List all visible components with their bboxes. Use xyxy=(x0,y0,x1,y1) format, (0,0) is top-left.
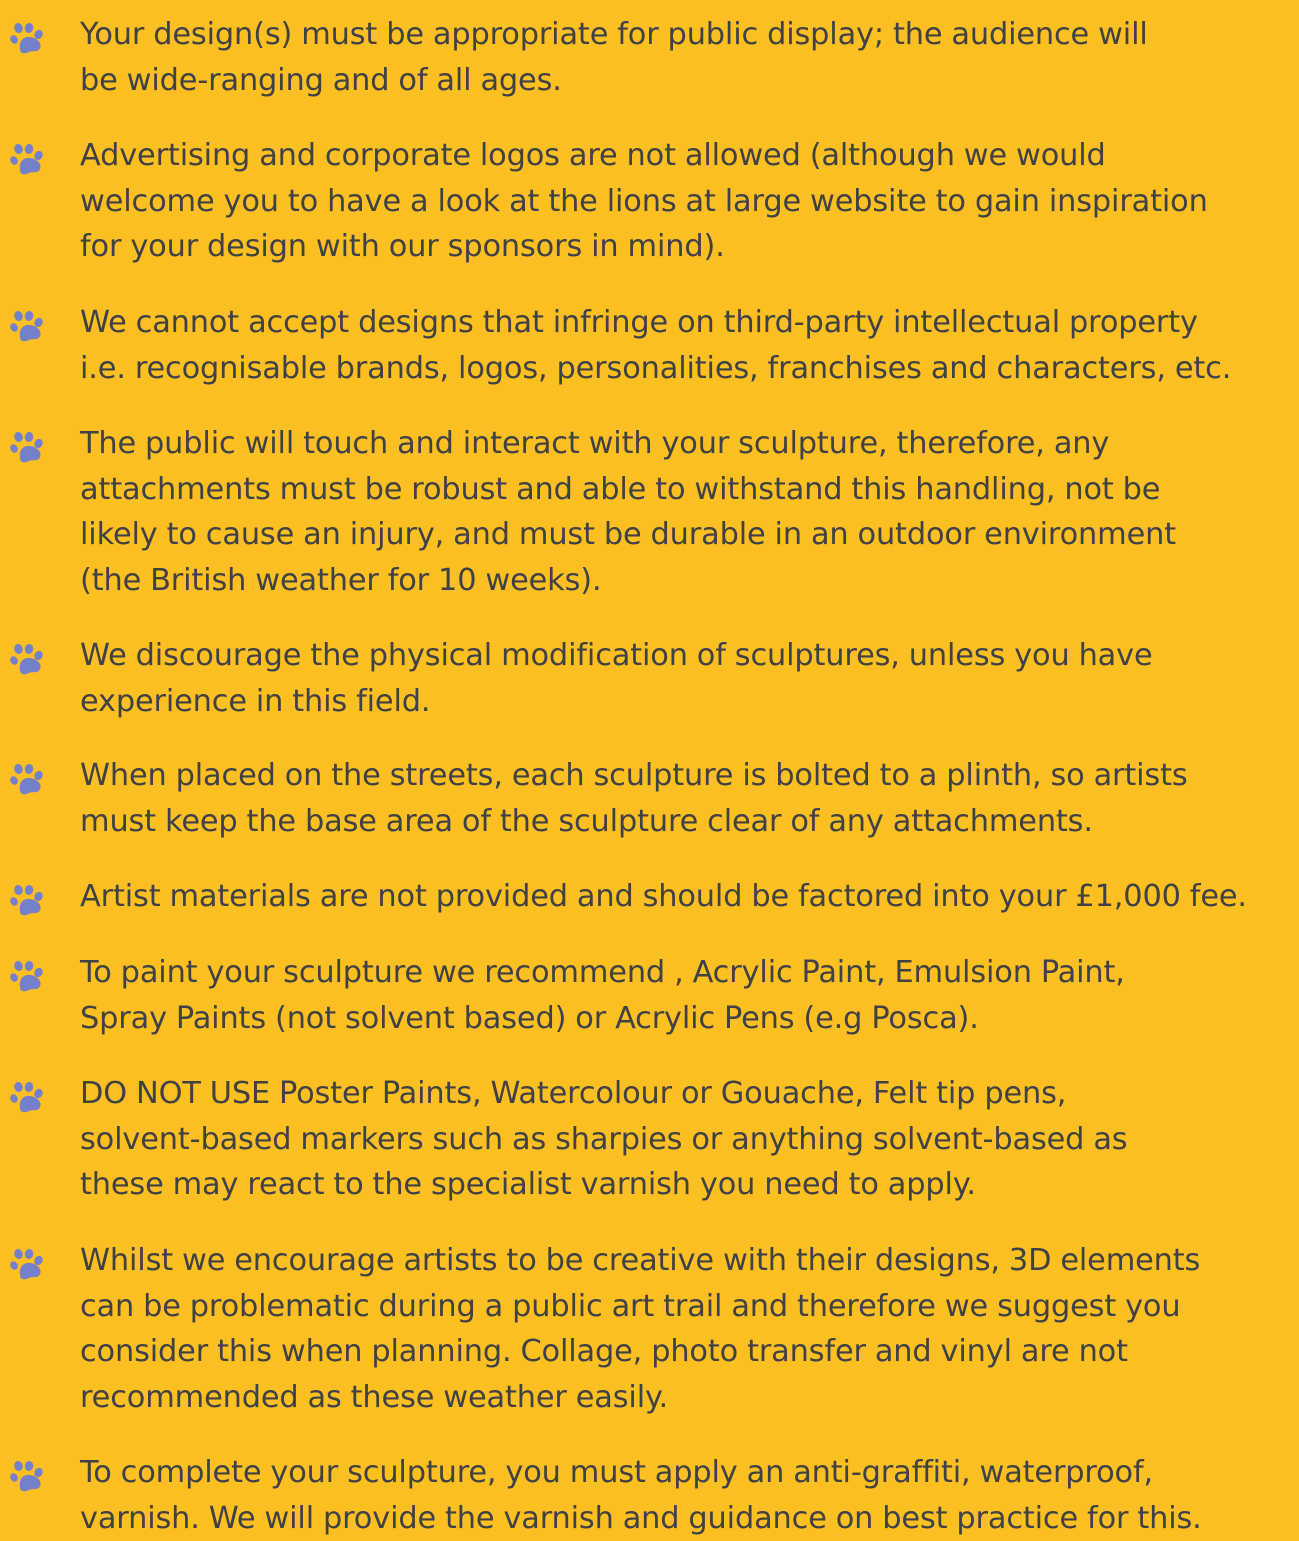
rule-text: To paint your sculpture we recommend , A… xyxy=(80,950,1299,1041)
rule-text-line: consider this when planning. Collage, ph… xyxy=(80,1329,1297,1375)
rule-text-line: experience in this field. xyxy=(80,679,1297,725)
rule-text-line: can be problematic during a public art t… xyxy=(80,1284,1297,1330)
rule-text-line: When placed on the streets, each sculptu… xyxy=(80,753,1297,799)
rule-text-line: Your design(s) must be appropriate for p… xyxy=(80,12,1297,58)
paw-print-icon xyxy=(10,144,50,180)
paw-print-icon xyxy=(10,1461,50,1497)
rule-text-line: To paint your sculpture we recommend , A… xyxy=(80,950,1297,996)
rule-text-line: DO NOT USE Poster Paints, Watercolour or… xyxy=(80,1071,1297,1117)
rule-text-line: these may react to the specialist varnis… xyxy=(80,1162,1297,1208)
rule-text-line: for your design with our sponsors in min… xyxy=(80,224,1297,270)
rule-text-line: We discourage the physical modification … xyxy=(80,633,1297,679)
rule-text: Whilst we encourage artists to be creati… xyxy=(80,1238,1299,1420)
rule-text-line: recommended as these weather easily. xyxy=(80,1375,1297,1421)
rule-text: To complete your sculpture, you must app… xyxy=(80,1450,1299,1541)
rule-text: We cannot accept designs that infringe o… xyxy=(80,300,1299,391)
rule-text: Your design(s) must be appropriate for p… xyxy=(80,12,1299,103)
paw-print-icon xyxy=(10,23,50,59)
rule-text-line: welcome you to have a look at the lions … xyxy=(80,179,1297,225)
rule-text-line: To complete your sculpture, you must app… xyxy=(80,1450,1297,1496)
rule-text-line: We cannot accept designs that infringe o… xyxy=(80,300,1297,346)
rule-text-line: must keep the base area of the sculpture… xyxy=(80,799,1297,845)
paw-print-icon xyxy=(10,432,50,468)
rule-text: Artist materials are not provided and sh… xyxy=(80,874,1299,920)
rule-text-line: varnish. We will provide the varnish and… xyxy=(80,1496,1297,1541)
rule-text: We discourage the physical modification … xyxy=(80,633,1299,724)
paw-print-icon xyxy=(10,764,50,800)
paw-print-icon xyxy=(10,644,50,680)
rule-text-line: be wide-ranging and of all ages. xyxy=(80,58,1297,104)
rule-text: DO NOT USE Poster Paints, Watercolour or… xyxy=(80,1071,1299,1208)
rule-text-line: Advertising and corporate logos are not … xyxy=(80,133,1297,179)
rule-text-line: i.e. recognisable brands, logos, persona… xyxy=(80,346,1297,392)
paw-print-icon xyxy=(10,961,50,997)
paw-print-icon xyxy=(10,885,50,921)
rule-text-line: likely to cause an injury, and must be d… xyxy=(80,512,1297,558)
rule-text-line: Artist materials are not provided and sh… xyxy=(80,874,1297,920)
rule-text-line: Whilst we encourage artists to be creati… xyxy=(80,1238,1297,1284)
paw-print-icon xyxy=(10,1249,50,1285)
rule-text-line: The public will touch and interact with … xyxy=(80,421,1297,467)
rule-text: Advertising and corporate logos are not … xyxy=(80,133,1299,270)
rule-text: When placed on the streets, each sculptu… xyxy=(80,753,1299,844)
rule-text: The public will touch and interact with … xyxy=(80,421,1299,603)
rule-text-line: (the British weather for 10 weeks). xyxy=(80,558,1297,604)
rule-text-line: Spray Paints (not solvent based) or Acry… xyxy=(80,996,1297,1042)
rule-text-line: attachments must be robust and able to w… xyxy=(80,467,1297,513)
paw-print-icon xyxy=(10,1082,50,1118)
paw-print-icon xyxy=(10,311,50,347)
rule-text-line: solvent-based markers such as sharpies o… xyxy=(80,1117,1297,1163)
